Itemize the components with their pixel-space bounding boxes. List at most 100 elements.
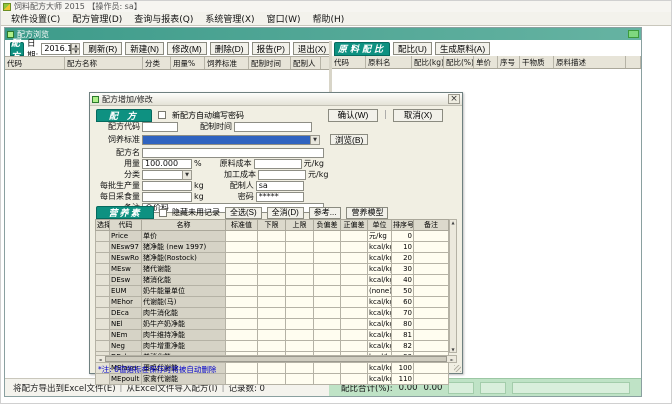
nutrient-cell-val: [226, 363, 258, 374]
nutrient-cell-val: [314, 363, 341, 374]
time-label: 配制时间: [180, 121, 232, 132]
password-input[interactable]: *****: [256, 192, 304, 202]
hide-unused-checkbox-label: 隐藏未用记录: [172, 207, 220, 218]
confirm-button[interactable]: 确认(W): [328, 109, 378, 122]
select-all-button[interactable]: 全选(S): [225, 207, 262, 219]
tab-dialog-formula[interactable]: 配 方: [96, 109, 152, 122]
nutrient-cell-name: 猪消化能: [142, 275, 226, 286]
new-button[interactable]: 新建(N): [125, 42, 164, 55]
reference-button[interactable]: 参考...: [309, 207, 342, 219]
maker-input[interactable]: sa: [256, 181, 304, 191]
report-button[interactable]: 报告(P): [252, 42, 290, 55]
nutrient-cell-val: [314, 319, 341, 330]
exit-button[interactable]: 退出(X): [293, 42, 331, 55]
chevron-down-icon[interactable]: ▼: [310, 135, 320, 145]
date-spinner[interactable]: 2016.1 ▲ ▼: [41, 43, 80, 55]
close-icon[interactable]: ×: [448, 94, 460, 104]
menu-window[interactable]: 窗口(W): [262, 12, 306, 25]
nutrient-cell-code: DEsw: [110, 275, 142, 286]
ingredient-tabs-row: 原料配比 配比(U) 生成原料(A): [332, 41, 641, 56]
menu-query-reports[interactable]: 查询与报表(Q): [129, 12, 198, 25]
feed-standard-combobox[interactable]: ▼: [142, 135, 320, 145]
nutrient-row[interactable]: MEhor代谢能(马)kcal/kg60: [96, 297, 449, 308]
nutrient-row[interactable]: MEpoult家禽代谢能kcal/kg110: [96, 374, 449, 385]
process-cost-input[interactable]: [258, 170, 306, 180]
nutrient-cell-val: [286, 319, 314, 330]
nutrient-cell-val: [286, 242, 314, 253]
scroll-up-icon[interactable]: ▲: [450, 220, 456, 225]
tab-formula[interactable]: 配 方: [10, 42, 24, 56]
modify-button[interactable]: 修改(M): [167, 42, 207, 55]
feed-standard-value[interactable]: [142, 135, 310, 145]
nutrient-row[interactable]: DEca肉牛消化能kcal/kg70: [96, 308, 449, 319]
scroll-down-icon[interactable]: ▼: [450, 347, 456, 352]
material-cost-input[interactable]: [254, 159, 302, 169]
refresh-button[interactable]: 刷新(R): [83, 42, 122, 55]
nutrient-cell-code: Neg: [110, 341, 142, 352]
nutrient-cell-ord: 40: [392, 275, 414, 286]
nutrient-cell-sel: [96, 374, 110, 385]
nutrient-cell-rem: [414, 363, 449, 374]
daily-label: 每日采食量: [96, 191, 140, 202]
scroll-left-icon[interactable]: ◄: [96, 356, 104, 362]
clear-all-button[interactable]: 全消(D): [267, 207, 304, 219]
hide-unused-checkbox[interactable]: [159, 209, 167, 217]
nutrient-cell-sel: [96, 231, 110, 242]
nutrient-row[interactable]: Price单价元/kg0: [96, 231, 449, 242]
nutrient-row[interactable]: NEswRo猪净能(Rostock)kcal/kg20: [96, 253, 449, 264]
time-input[interactable]: [234, 122, 312, 132]
tab-nutrients[interactable]: 营养素: [96, 206, 154, 219]
nutrient-cell-name: 猪净能(Rostock): [142, 253, 226, 264]
formula-name-input[interactable]: [142, 148, 324, 158]
category-combobox[interactable]: ▼: [142, 170, 192, 180]
nutrient-row[interactable]: MEsw猪代谢能kcal/kg30: [96, 264, 449, 275]
nutrient-cell-sel: [96, 308, 110, 319]
nutrient-cell-rem: [414, 330, 449, 341]
child-maximize-button[interactable]: [628, 30, 639, 38]
delete-button[interactable]: 删除(D): [210, 42, 249, 55]
menu-software-settings[interactable]: 软件设置(C): [6, 12, 65, 25]
nutrient-vertical-scrollbar[interactable]: ▲ ▼: [449, 219, 457, 353]
nutrient-cell-val: [286, 330, 314, 341]
nutrient-cell-rem: [414, 253, 449, 264]
nutrient-cell-code: MEpoult: [110, 374, 142, 385]
scroll-right-icon[interactable]: ►: [448, 356, 456, 362]
nutrient-row[interactable]: Neg肉牛增重净能kcal/kg82: [96, 341, 449, 352]
nutrient-row[interactable]: DEsw猪消化能kcal/kg40: [96, 275, 449, 286]
code-input[interactable]: [142, 122, 178, 132]
nutrition-model-button[interactable]: 营养模型: [346, 207, 388, 219]
cancel-button[interactable]: 取消(X): [393, 109, 443, 122]
menu-help[interactable]: 帮助(H): [308, 12, 350, 25]
nutrient-cell-ord: 81: [392, 330, 414, 341]
col-dry-matter: 干物质: [520, 56, 554, 68]
nutrient-row[interactable]: EUM奶牛能量单位(none)50: [96, 286, 449, 297]
standard-label: 饲养标准: [96, 134, 140, 145]
menu-system-management[interactable]: 系统管理(X): [200, 12, 259, 25]
menu-formula-management[interactable]: 配方管理(D): [67, 12, 127, 25]
date-value[interactable]: 2016.1: [41, 43, 71, 55]
ratio-button[interactable]: 配比(U): [393, 42, 432, 55]
nutrient-horizontal-scrollbar[interactable]: ◄ ►: [95, 355, 457, 363]
resize-grip[interactable]: [454, 365, 461, 372]
formula-toolbar: 配 方 日期: 2016.1 ▲ ▼ 刷新(R) 新建(N) 修改(M) 删除(…: [5, 41, 329, 56]
nutrient-cell-val: [258, 341, 286, 352]
tab-ingredient-ratio[interactable]: 原料配比: [334, 42, 390, 56]
category-value[interactable]: [142, 170, 182, 180]
date-spin-down-icon[interactable]: ▼: [71, 49, 80, 55]
nutrient-row[interactable]: NEm肉牛维持净能kcal/kg81: [96, 330, 449, 341]
usage-input[interactable]: 100.000: [142, 159, 192, 169]
nutrient-cell-val: [226, 374, 258, 385]
scrollbar-thumb[interactable]: [105, 356, 447, 362]
nutrient-cell-val: [258, 308, 286, 319]
status-cell: [480, 382, 506, 394]
browse-button[interactable]: 浏览(B): [330, 134, 368, 145]
nutrient-row[interactable]: NEl奶牛产奶净能kcal/kg80: [96, 319, 449, 330]
col-ratio-kg: 配比(kg): [412, 56, 444, 68]
nutrient-row[interactable]: NEsw97猪净能 (new 1997)kcal/kg10: [96, 242, 449, 253]
batch-input[interactable]: [142, 181, 192, 191]
chevron-down-icon[interactable]: ▼: [182, 170, 192, 180]
auto-code-checkbox[interactable]: [158, 111, 166, 119]
generate-material-button[interactable]: 生成原料(A): [435, 42, 490, 55]
daily-input[interactable]: [142, 192, 192, 202]
nutrient-cell-unit: kcal/kg: [368, 319, 392, 330]
